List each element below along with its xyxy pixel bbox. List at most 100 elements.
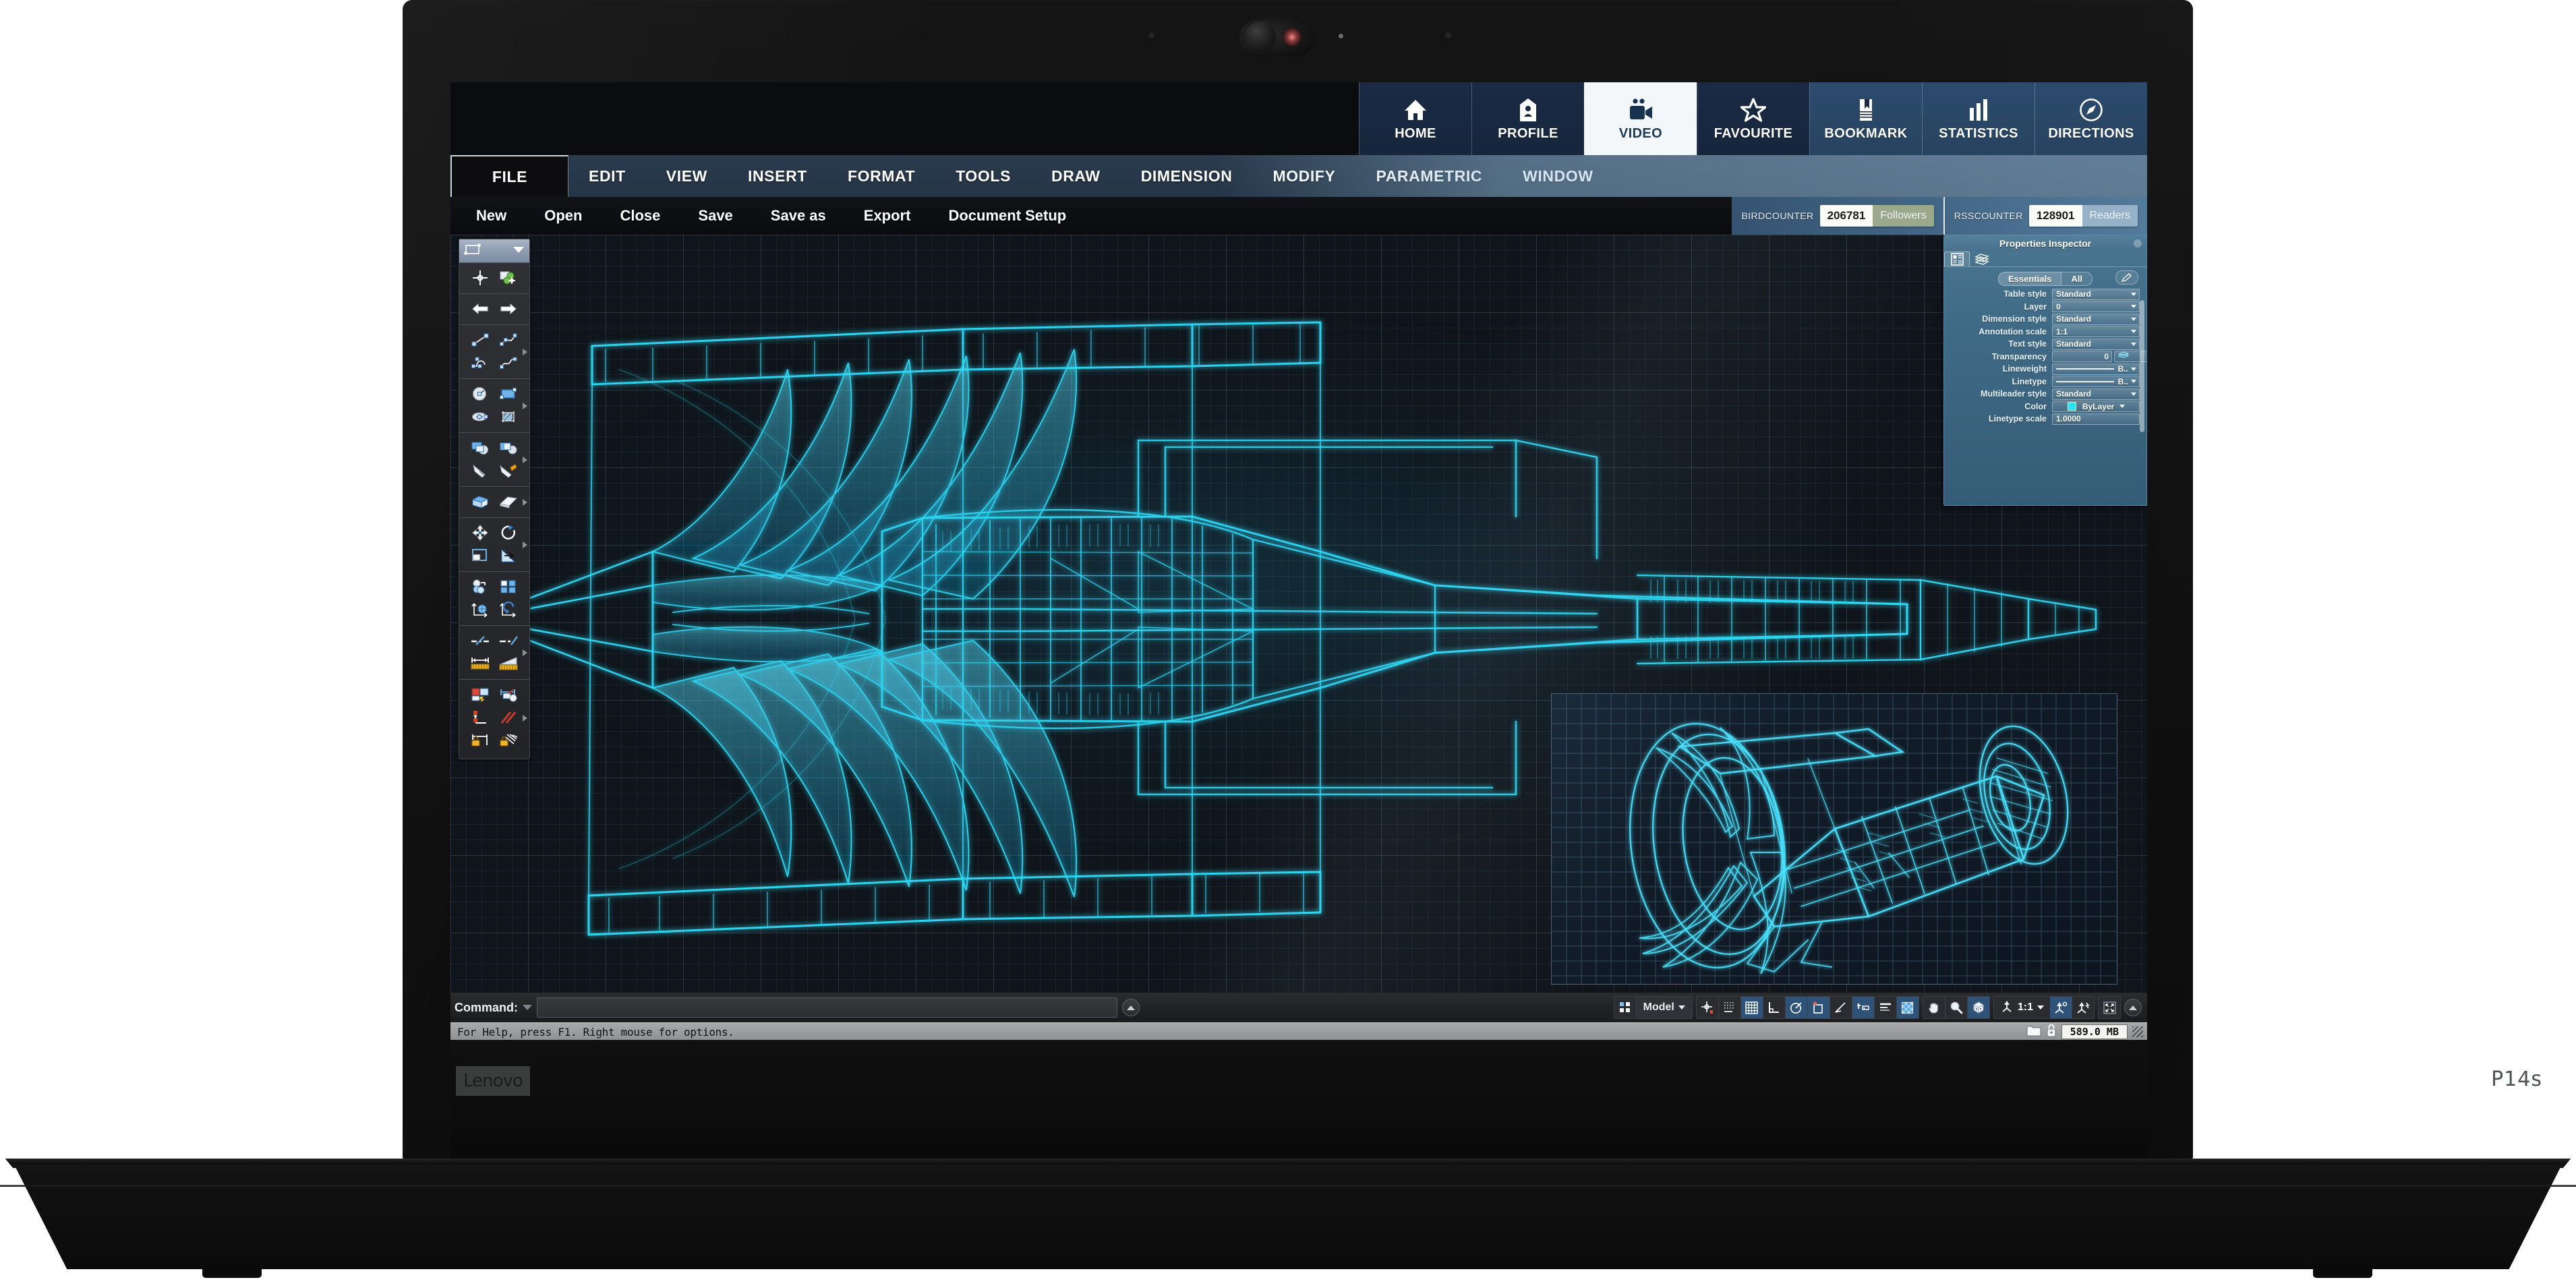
file-menu-save-as[interactable]: Save as xyxy=(752,207,845,225)
redo-arrow-icon[interactable] xyxy=(496,299,521,318)
move-icon[interactable] xyxy=(468,523,492,542)
property-value-dropdown[interactable]: Standard xyxy=(2052,339,2140,350)
flyout-arrow-icon[interactable] xyxy=(523,349,527,355)
rotate-icon[interactable] xyxy=(496,523,521,542)
linetype-scale-input[interactable]: 1.0000 xyxy=(2052,413,2140,425)
fullscreen-icon[interactable] xyxy=(2099,997,2120,1018)
property-value-dropdown[interactable]: 1:1 xyxy=(2052,326,2140,337)
dimension-ruler-icon[interactable] xyxy=(496,654,521,673)
ucs-previous-icon[interactable] xyxy=(496,600,521,619)
mirror-icon[interactable] xyxy=(496,546,521,565)
properties-inspector-panel[interactable]: Properties Inspector Essentials All xyxy=(1943,235,2147,506)
dim-continue-icon[interactable] xyxy=(468,708,492,727)
ucs-world-icon[interactable] xyxy=(468,600,492,619)
menu-tab-window[interactable]: WINDOW xyxy=(1502,155,1614,197)
layer-properties-icon[interactable] xyxy=(468,685,492,704)
transparency-input[interactable]: 0 xyxy=(2052,351,2112,362)
crosshair-point-icon[interactable] xyxy=(468,268,492,287)
menu-tab-format[interactable]: FORMAT xyxy=(827,155,935,197)
properties-tab-icon[interactable] xyxy=(1944,252,1970,266)
layer-state-icon[interactable] xyxy=(496,685,521,704)
pan-hand-icon[interactable] xyxy=(1923,997,1945,1018)
menu-tab-view[interactable]: VIEW xyxy=(646,155,728,197)
menu-tab-modify[interactable]: MODIFY xyxy=(1252,155,1355,197)
flyout-arrow-icon[interactable] xyxy=(523,542,527,548)
model-space-button[interactable]: Model xyxy=(1637,997,1692,1018)
flyout-arrow-icon[interactable] xyxy=(523,403,527,409)
resize-grip-icon[interactable] xyxy=(2132,1026,2143,1037)
file-menu-open[interactable]: Open xyxy=(525,207,601,225)
block-insert-icon[interactable] xyxy=(468,438,492,457)
nav-tile-favourite[interactable]: FAVOURITE xyxy=(1697,82,1809,155)
property-row-linetype-scale[interactable]: Linetype scale 1.0000 xyxy=(1944,413,2146,425)
polar-tracking-icon[interactable] xyxy=(1786,997,1808,1018)
scale-icon[interactable] xyxy=(468,546,492,565)
file-menu-new[interactable]: New xyxy=(450,207,525,225)
chevron-down-icon[interactable] xyxy=(513,245,525,257)
property-value-dropdown[interactable]: Standard xyxy=(2052,289,2140,300)
property-row-transparency[interactable]: Transparency 0 xyxy=(1944,351,2146,363)
object-snap-icon[interactable] xyxy=(1808,997,1830,1018)
menu-tab-file[interactable]: FILE xyxy=(450,155,568,197)
dynamic-input-icon[interactable] xyxy=(1852,997,1875,1018)
copy-icon[interactable] xyxy=(468,577,492,596)
undo-arrow-icon[interactable] xyxy=(468,299,492,318)
snap-icon[interactable] xyxy=(1697,997,1719,1018)
property-row-linetype[interactable]: Linetype B.. xyxy=(1944,376,2146,388)
chevron-down-icon[interactable] xyxy=(523,1005,532,1010)
menu-tab-dimension[interactable]: DIMENSION xyxy=(1121,155,1253,197)
tag-edit-icon[interactable] xyxy=(496,461,521,480)
annotation-visibility-icon[interactable] xyxy=(2050,997,2072,1018)
flyout-arrow-icon[interactable] xyxy=(523,457,527,463)
tag-icon[interactable] xyxy=(468,461,492,480)
extend-icon[interactable] xyxy=(496,631,521,650)
left-tool-palette[interactable] xyxy=(459,239,530,759)
property-row-lineweight[interactable]: Lineweight B.. xyxy=(1944,363,2146,375)
dim-lock-icon[interactable] xyxy=(468,731,492,750)
close-icon[interactable] xyxy=(2134,239,2142,247)
grid-dots-icon[interactable] xyxy=(1719,997,1741,1018)
erase-icon[interactable] xyxy=(496,492,521,511)
multiple-points-icon[interactable] xyxy=(496,268,521,287)
rectangle-icon[interactable] xyxy=(496,384,521,403)
property-row-annotation-scale[interactable]: Annotation scale 1:1 xyxy=(1944,326,2146,338)
workspace-icon[interactable] xyxy=(1614,997,1637,1018)
property-row-multileader-style[interactable]: Multileader style Standard xyxy=(1944,388,2146,400)
spline-icon[interactable] xyxy=(496,353,521,372)
inset-viewport[interactable] xyxy=(1551,693,2117,985)
tool-palette-header[interactable] xyxy=(459,239,529,263)
birdcounter-widget[interactable]: BIRDCOUNTER 206781 Followers xyxy=(1732,197,1943,235)
nav-tile-home[interactable]: HOME xyxy=(1359,82,1471,155)
status-expand-button[interactable] xyxy=(2124,999,2142,1016)
file-menu-close[interactable]: Close xyxy=(601,207,679,225)
property-value-dropdown[interactable]: 0 xyxy=(2052,301,2140,312)
flyout-arrow-icon[interactable] xyxy=(523,715,527,722)
property-row-text-style[interactable]: Text style Standard xyxy=(1944,339,2146,350)
flyout-arrow-icon[interactable] xyxy=(523,499,527,506)
command-expand-button[interactable] xyxy=(1122,999,1140,1016)
properties-scrollbar[interactable] xyxy=(2140,300,2144,432)
property-row-color[interactable]: Color ByLayer xyxy=(1944,401,2146,413)
nav-tile-video[interactable]: VIDEO xyxy=(1584,82,1697,155)
annotation-scale-control[interactable]: 1:1 xyxy=(1994,997,2050,1018)
folder-icon[interactable] xyxy=(2026,1024,2041,1040)
hatch-icon[interactable] xyxy=(496,407,521,426)
drawing-canvas[interactable]: Properties Inspector Essentials All xyxy=(450,235,2147,993)
property-value-dropdown[interactable]: Standard xyxy=(2052,314,2140,325)
otrack-icon[interactable] xyxy=(1830,997,1852,1018)
ortho-icon[interactable] xyxy=(1763,997,1786,1018)
zoom-magnifier-icon[interactable] xyxy=(1945,997,1968,1018)
nav-tile-profile[interactable]: PROFILE xyxy=(1471,82,1584,155)
menu-tab-insert[interactable]: INSERT xyxy=(728,155,827,197)
circle-icon[interactable] xyxy=(468,384,492,403)
menu-tab-tools[interactable]: TOOLS xyxy=(935,155,1031,197)
grid-display-icon[interactable] xyxy=(1741,997,1763,1018)
pencil-icon[interactable] xyxy=(2115,270,2138,285)
extrude-icon[interactable] xyxy=(468,492,492,511)
nav-tile-directions[interactable]: DIRECTIONS xyxy=(2035,82,2147,155)
segment-essentials[interactable]: Essentials xyxy=(1998,272,2061,286)
parallel-icon[interactable] xyxy=(496,708,521,727)
nav-tile-statistics[interactable]: STATISTICS xyxy=(1922,82,2035,155)
annotation-autoscale-icon[interactable] xyxy=(2072,997,2094,1018)
ellipse-icon[interactable] xyxy=(468,407,492,426)
